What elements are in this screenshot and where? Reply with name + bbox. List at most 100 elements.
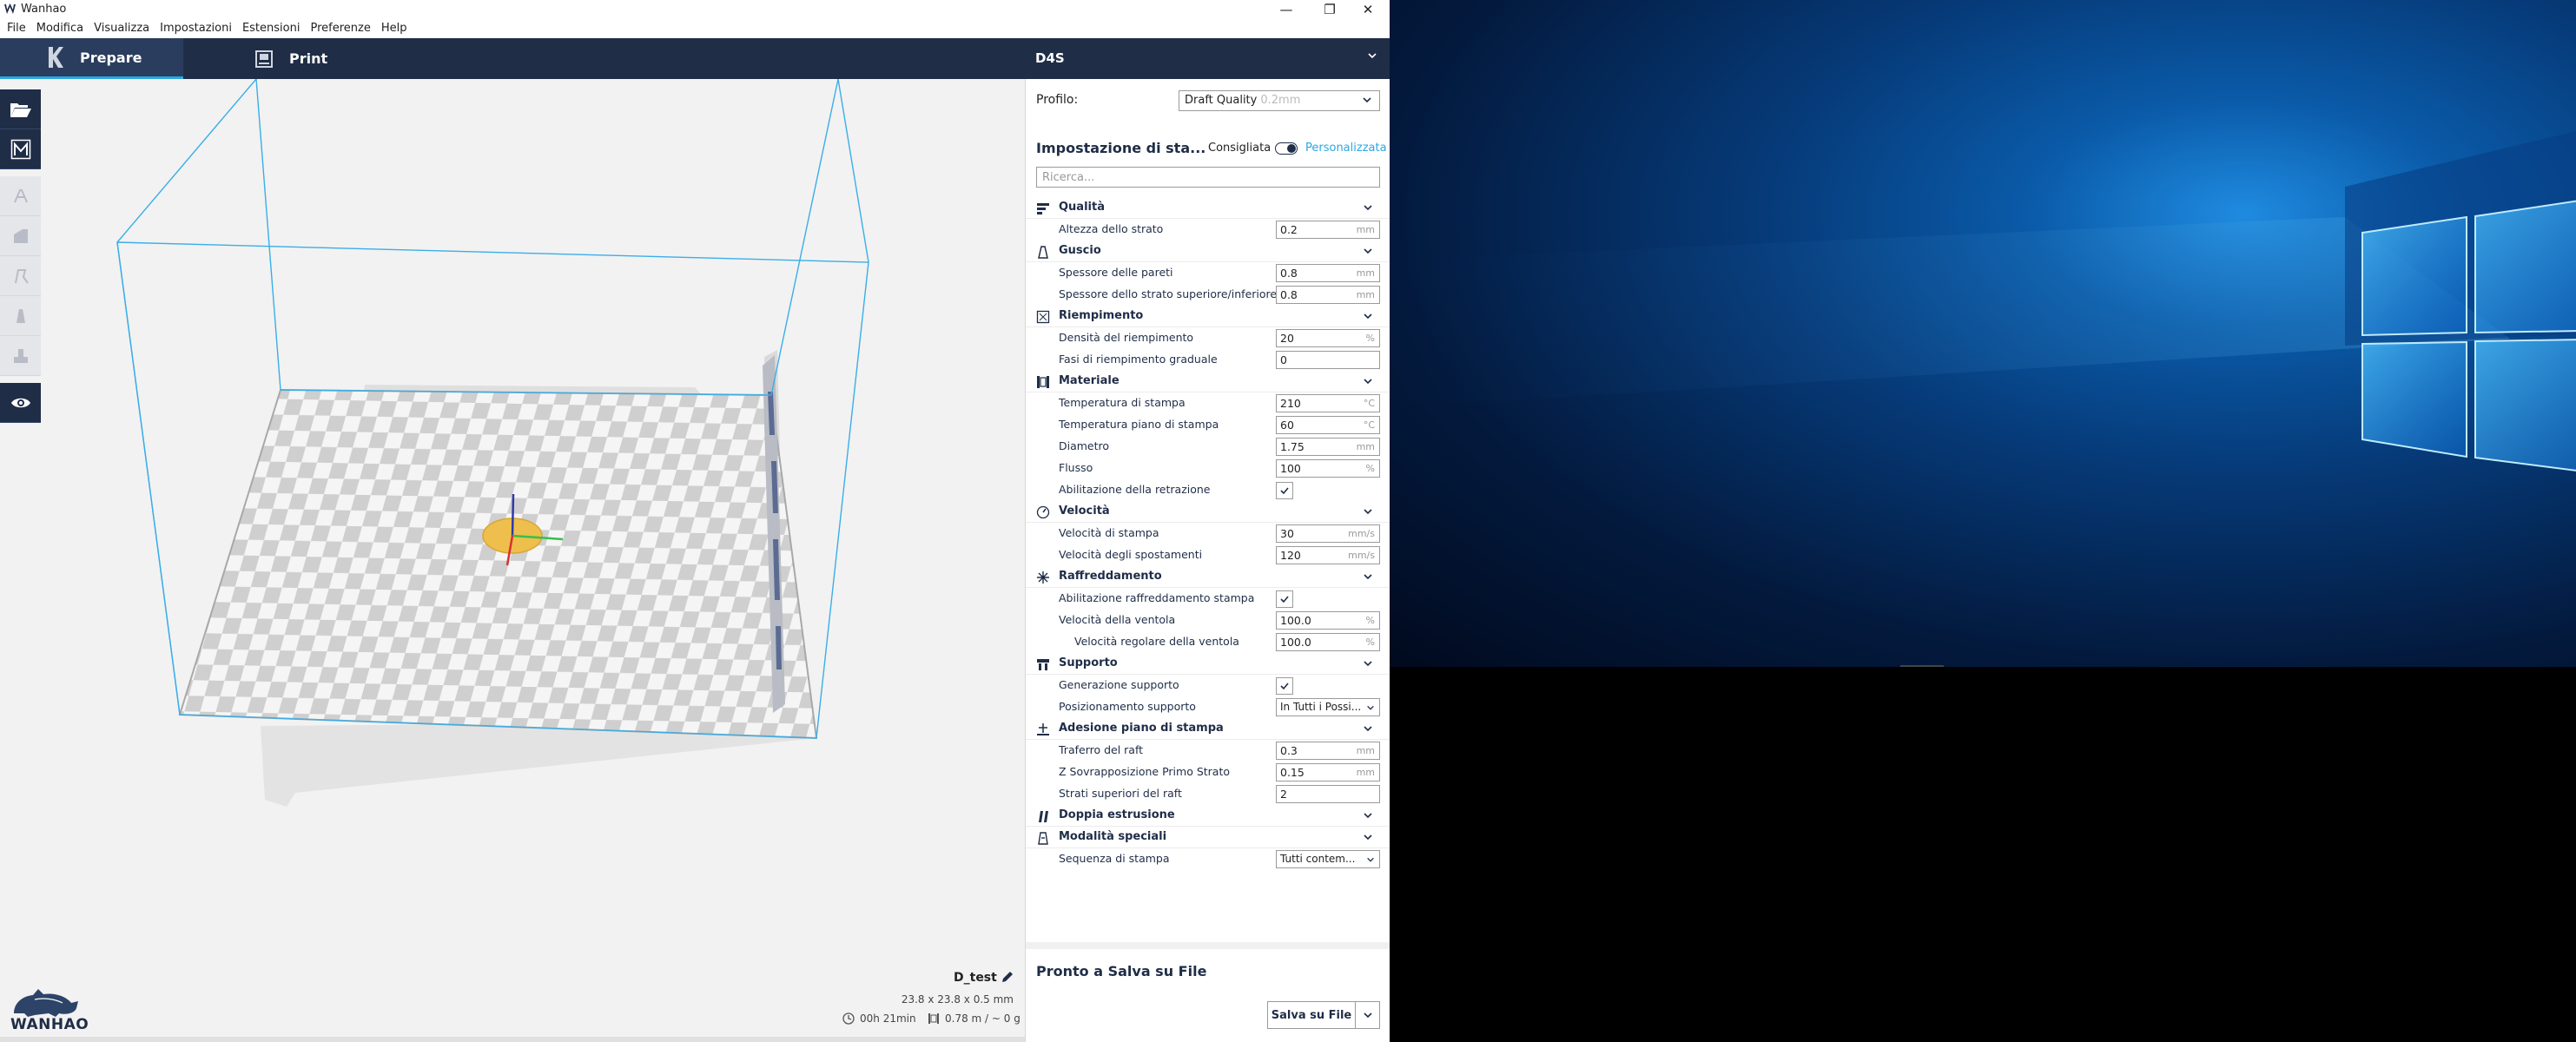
setting-value-field[interactable]: 210 °C <box>1276 394 1380 412</box>
move-tool-button[interactable] <box>0 176 41 216</box>
setting-value-field[interactable]: 100% <box>1276 459 1380 478</box>
setting-value: 0.8 <box>1280 267 1298 280</box>
setting-value-field[interactable]: 0.15 mm <box>1276 763 1380 782</box>
menu-help[interactable]: Help <box>376 18 413 38</box>
mode-custom[interactable]: Personalizzata <box>1305 142 1387 155</box>
setting-generazione-supporto: Generazione supporto <box>1026 675 1390 696</box>
setting-value-field[interactable]: 30 mm/s <box>1276 524 1380 543</box>
category-modalita-speciali[interactable]: Modalità speciali <box>1026 827 1390 848</box>
setting-value-field[interactable]: 100.0% <box>1276 611 1380 630</box>
setting-value-field[interactable]: 0.2 mm <box>1276 221 1380 239</box>
minimize-button[interactable]: — <box>1266 0 1306 18</box>
setting-label: Fasi di riempimento graduale <box>1059 353 1218 366</box>
chevron-down-icon <box>1364 248 1372 254</box>
rotate-icon <box>14 268 29 284</box>
menu-file[interactable]: File <box>2 18 31 38</box>
profile-select[interactable]: Draft Quality 0.2mm <box>1179 90 1380 111</box>
setting-value-field[interactable]: 0.3 mm <box>1276 742 1380 760</box>
rotate-tool-button[interactable] <box>0 256 41 296</box>
setting-label: Temperatura di stampa <box>1059 396 1186 409</box>
setting-select-value: Tutti contem... <box>1280 853 1356 865</box>
setting-label: Spessore dello strato superiore/inferior… <box>1059 287 1278 300</box>
scale-tool-button[interactable] <box>0 216 41 256</box>
setting-value: 100.0 <box>1280 636 1311 649</box>
machine-selector[interactable]: D4S <box>1035 50 1065 66</box>
chevron-down-icon <box>1364 834 1372 841</box>
category-velocita[interactable]: Velocità <box>1026 501 1390 523</box>
setting-value-field[interactable]: 0.8 mm <box>1276 264 1380 282</box>
menu-extensions[interactable]: Estensioni <box>237 18 306 38</box>
settings-search-input[interactable] <box>1036 167 1380 188</box>
open-file-button[interactable] <box>0 89 41 129</box>
mode-recommended[interactable]: Consigliata <box>1208 142 1271 155</box>
setting-checkbox[interactable] <box>1276 677 1293 695</box>
setting-flusso: Flusso 100% <box>1026 458 1390 479</box>
category-riempimento[interactable]: Riempimento <box>1026 306 1390 327</box>
tab-prepare-label: Prepare <box>80 49 142 66</box>
view-mode-button[interactable] <box>0 383 41 423</box>
category-doppia-estrusione[interactable]: Doppia estrusione <box>1026 805 1390 827</box>
setting-value-field[interactable]: 2 <box>1276 785 1380 803</box>
setting-sequenza-di-stampa: Sequenza di stampa Tutti contem... <box>1026 848 1390 870</box>
setting-unit: % <box>1365 636 1375 648</box>
setting-velocita-della-ventola: Velocità della ventola 100.0% <box>1026 610 1390 631</box>
setting-checkbox[interactable] <box>1276 482 1293 499</box>
setting-densita-del-riempimento: Densità del riempimento 20% <box>1026 327 1390 349</box>
3d-viewport[interactable] <box>0 79 1025 1042</box>
category-raffreddamento[interactable]: Raffreddamento <box>1026 566 1390 588</box>
job-dimensions: 23.8 x 23.8 x 0.5 mm <box>901 993 1014 1006</box>
category-materiale[interactable]: Materiale <box>1026 371 1390 392</box>
category-supporto[interactable]: Supporto <box>1026 653 1390 675</box>
menu-edit[interactable]: Modifica <box>31 18 89 38</box>
setting-select[interactable]: Tutti contem... <box>1276 850 1380 868</box>
category-qualita[interactable]: Qualità <box>1026 197 1390 219</box>
setting-select[interactable]: In Tutti i Possi... <box>1276 698 1380 716</box>
setting-value: 210 <box>1280 397 1301 410</box>
mirror-tool-button[interactable] <box>0 296 41 336</box>
close-button[interactable]: ✕ <box>1348 0 1388 18</box>
marketplace-button[interactable] <box>0 129 41 169</box>
tab-print[interactable]: Print <box>183 38 357 79</box>
toggle-knob <box>1287 144 1296 153</box>
save-to-file-button[interactable]: Salva su File <box>1267 1001 1356 1029</box>
setting-unit: °C <box>1363 398 1375 409</box>
mode-toggle[interactable] <box>1275 142 1298 155</box>
pencil-icon[interactable] <box>1001 970 1014 984</box>
setting-diametro: Diametro 1.75 mm <box>1026 436 1390 458</box>
setting-velocita-di-stampa: Velocità di stampa 30 mm/s <box>1026 523 1390 544</box>
left-toolbar <box>0 89 41 423</box>
category-label: Raffreddamento <box>1059 570 1162 583</box>
setting-value-field[interactable]: 120 mm/s <box>1276 546 1380 564</box>
chevron-down-icon <box>1364 509 1372 515</box>
setting-label: Velocità regolare della ventola <box>1074 635 1239 648</box>
setting-value-field[interactable]: 60 °C <box>1276 416 1380 434</box>
setting-value-field[interactable]: 100.0% <box>1276 633 1380 651</box>
setting-value-field[interactable]: 20% <box>1276 329 1380 347</box>
setting-value: 2 <box>1280 788 1287 801</box>
mirror-icon <box>16 308 25 323</box>
menu-preferences[interactable]: Preferenze <box>305 18 375 38</box>
setting-value-field[interactable]: 0 <box>1276 351 1380 369</box>
setting-checkbox[interactable] <box>1276 590 1293 608</box>
category-adesione-piano-di-stampa[interactable]: Adesione piano di stampa <box>1026 718 1390 740</box>
support-blocker-button[interactable] <box>0 336 41 376</box>
chevron-down-icon <box>1364 661 1372 667</box>
tab-prepare[interactable]: Prepare <box>0 38 183 79</box>
ready-status: Pronto a Salva su File <box>1036 963 1207 979</box>
save-options-dropdown[interactable] <box>1356 1001 1380 1029</box>
windows-logo-wallpaper <box>1390 130 2576 472</box>
menu-view[interactable]: Visualizza <box>89 18 155 38</box>
chevron-down-icon[interactable] <box>1367 50 1377 61</box>
category-guscio[interactable]: Guscio <box>1026 241 1390 262</box>
setting-value-field[interactable]: 0.8 mm <box>1276 286 1380 304</box>
open-file-icon <box>10 102 31 117</box>
chevron-down-icon <box>1364 813 1372 819</box>
restore-button[interactable]: ❐ <box>1310 0 1350 18</box>
speed-icon <box>1036 505 1050 519</box>
desktop-unused-area <box>1390 667 2576 1042</box>
menu-settings[interactable]: Impostazioni <box>155 18 237 38</box>
material-icon <box>1037 376 1049 388</box>
category-label: Guscio <box>1059 244 1101 257</box>
setting-value-field[interactable]: 1.75 mm <box>1276 438 1380 456</box>
setting-value: 0.8 <box>1280 288 1298 301</box>
